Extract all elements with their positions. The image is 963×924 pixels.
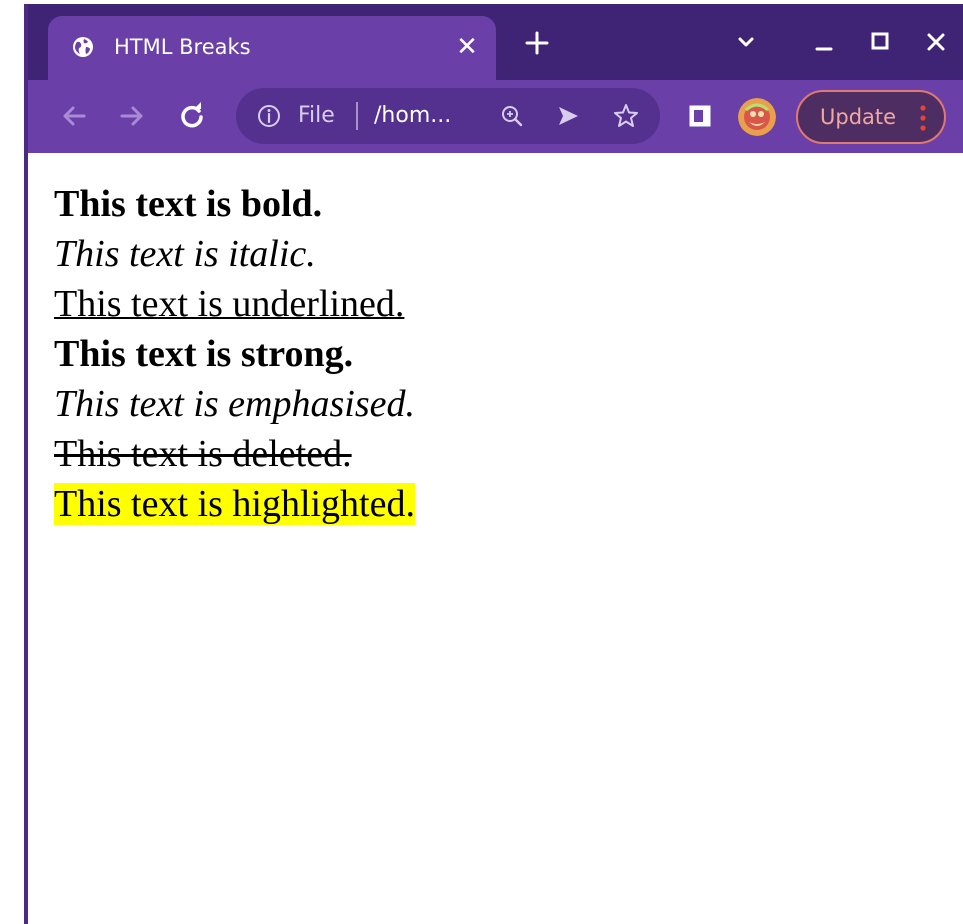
- send-tab-icon[interactable]: [554, 102, 582, 130]
- reload-icon[interactable]: [174, 98, 210, 134]
- address-bar[interactable]: File /hom...: [236, 88, 660, 144]
- url-separator: [356, 102, 358, 130]
- back-arrow-icon[interactable]: [56, 98, 92, 134]
- tab-html-breaks[interactable]: HTML Breaks ✕: [48, 16, 496, 80]
- deleted-text: This text is deleted.: [54, 433, 352, 475]
- strong-text: This text is strong.: [54, 333, 354, 375]
- url-scheme-label: File: [298, 103, 335, 128]
- bookmark-star-icon[interactable]: [612, 102, 640, 130]
- minimize-icon[interactable]: [806, 24, 842, 60]
- zoom-icon[interactable]: [498, 102, 526, 130]
- globe-icon: [73, 37, 93, 57]
- page-content: This text is bold. This text is italic. …: [28, 153, 963, 924]
- tab-search-chevron-icon[interactable]: [728, 24, 764, 60]
- bold-text: This text is bold.: [54, 183, 323, 225]
- update-button[interactable]: Update: [796, 90, 946, 144]
- side-panel-icon[interactable]: [682, 98, 718, 134]
- more-menu-icon[interactable]: [916, 102, 930, 134]
- maximize-icon[interactable]: [862, 24, 898, 60]
- browser-window: HTML Breaks ✕ File /hom... Update This t…: [24, 4, 963, 924]
- highlighted-text: This text is highlighted.: [54, 483, 415, 525]
- tab-strip: HTML Breaks ✕: [28, 4, 963, 80]
- new-tab-icon[interactable]: [520, 26, 554, 60]
- formatted-text-block: This text is bold. This text is italic. …: [54, 179, 415, 529]
- tab-title: HTML Breaks: [114, 35, 251, 59]
- info-icon[interactable]: [256, 103, 282, 129]
- italic-text: This text is italic.: [54, 233, 316, 275]
- close-window-icon[interactable]: [918, 24, 954, 60]
- toolbar: File /hom... Update: [28, 80, 963, 153]
- url-text[interactable]: /hom...: [374, 102, 451, 130]
- forward-arrow-icon[interactable]: [114, 98, 150, 134]
- close-tab-icon[interactable]: ✕: [450, 30, 484, 64]
- profile-avatar-icon[interactable]: [738, 98, 776, 136]
- emphasised-text: This text is emphasised.: [54, 383, 415, 425]
- update-label: Update: [820, 105, 897, 129]
- underlined-text: This text is underlined.: [54, 283, 405, 325]
